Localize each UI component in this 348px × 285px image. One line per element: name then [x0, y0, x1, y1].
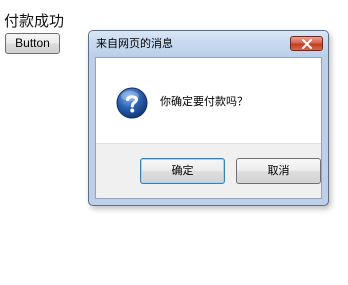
- dialog-body: 你确定要付款吗？ 确定 取消: [95, 57, 322, 199]
- question-icon: [116, 87, 148, 119]
- cancel-button[interactable]: 取消: [236, 158, 321, 184]
- page-heading: 付款成功: [4, 12, 65, 30]
- dialog-titlebar[interactable]: 来自网页的消息: [89, 31, 328, 57]
- message-dialog: 来自网页的消息 你确定要付款吗？ 确定 取消: [88, 30, 329, 206]
- dialog-close-button[interactable]: [290, 36, 323, 51]
- ok-button[interactable]: 确定: [140, 158, 225, 184]
- dialog-title: 来自网页的消息: [96, 37, 173, 50]
- close-icon: [301, 38, 312, 49]
- page-button[interactable]: Button: [5, 33, 60, 54]
- dialog-button-area: 确定 取消: [96, 143, 321, 198]
- dialog-message: 你确定要付款吗？: [160, 95, 248, 108]
